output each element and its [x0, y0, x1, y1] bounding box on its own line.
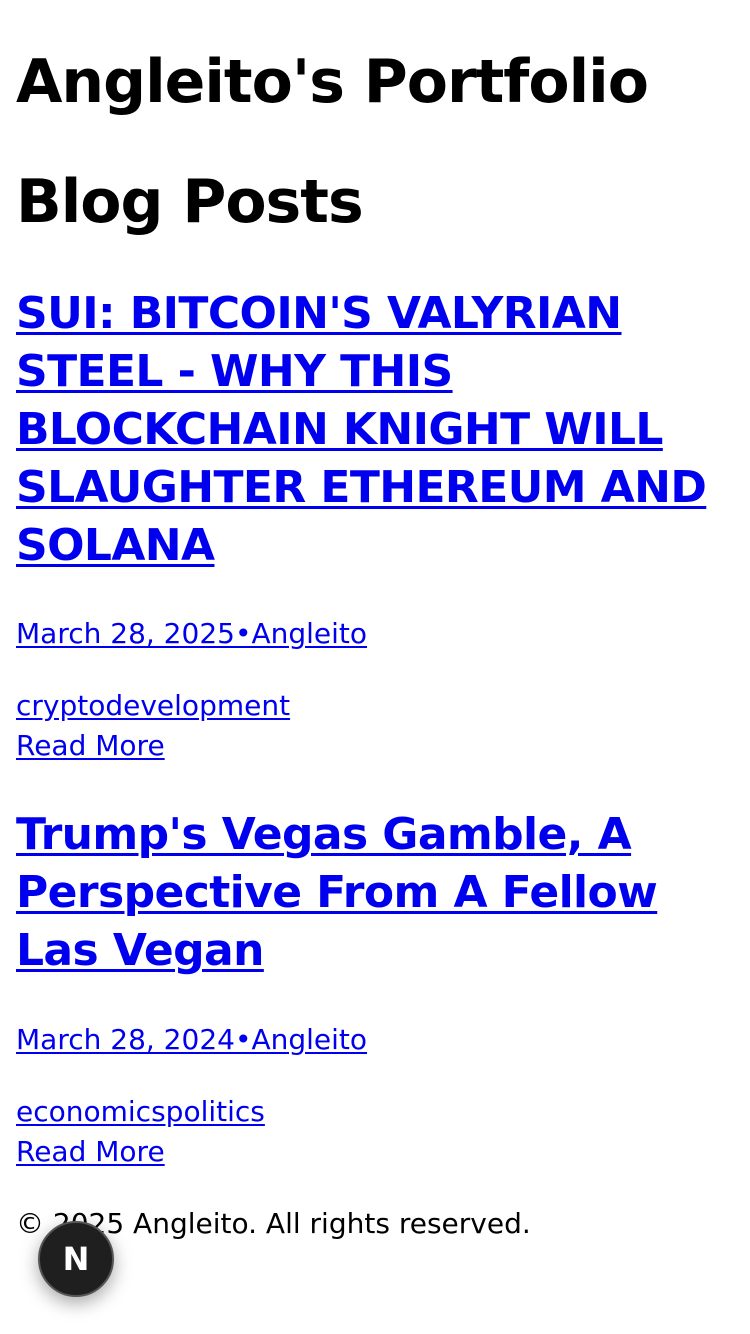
post-meta-link[interactable]: March 28, 2025•Angleito	[16, 617, 367, 650]
post-meta: March 28, 2025•Angleito	[16, 614, 367, 654]
post-tags-link[interactable]: cryptodevelopment	[16, 689, 290, 722]
nextjs-dev-indicator-icon[interactable]: N	[38, 1221, 114, 1297]
post-tags: cryptodevelopment	[16, 686, 290, 726]
read-more: Read More	[16, 1132, 165, 1172]
read-more-link[interactable]: Read More	[16, 729, 165, 762]
post-tags: economicspolitics	[16, 1092, 265, 1132]
post-title-link[interactable]: Trump's Vegas Gamble, A Perspective From…	[16, 809, 658, 976]
section-title: Blog Posts	[16, 167, 364, 237]
post-meta: March 28, 2024•Angleito	[16, 1020, 367, 1060]
post-meta-link[interactable]: March 28, 2024•Angleito	[16, 1023, 367, 1056]
post-title-link[interactable]: SUI: BITCOIN'S VALYRIAN STEEL - WHY THIS…	[16, 288, 707, 571]
read-more: Read More	[16, 726, 165, 766]
post-title: Trump's Vegas Gamble, A Perspective From…	[16, 806, 741, 980]
site-title: Angleito's Portfolio	[16, 47, 649, 117]
post-tags-link[interactable]: economicspolitics	[16, 1095, 265, 1128]
read-more-link[interactable]: Read More	[16, 1135, 165, 1168]
post-title: SUI: BITCOIN'S VALYRIAN STEEL - WHY THIS…	[16, 285, 736, 575]
